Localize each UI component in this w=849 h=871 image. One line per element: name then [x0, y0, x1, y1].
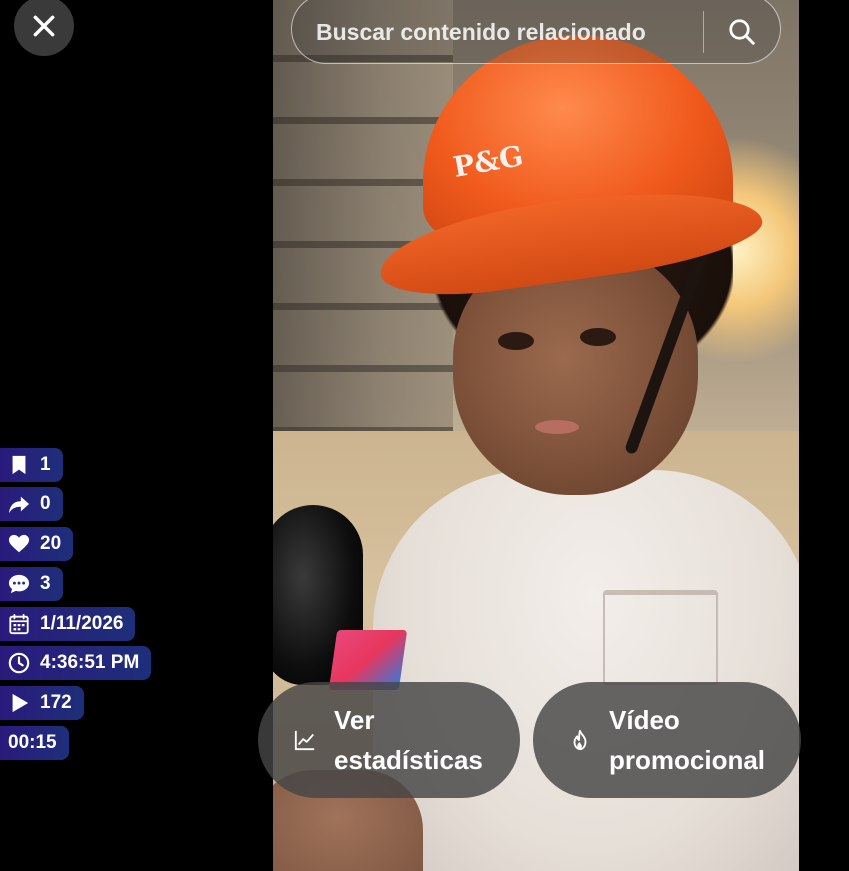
- views-count: 172: [40, 692, 72, 713]
- search-icon: [729, 19, 755, 45]
- play-icon: [12, 693, 29, 713]
- view-stats-button[interactable]: Ver estadísticas: [258, 682, 520, 798]
- close-icon: [33, 15, 55, 37]
- shares-count: 0: [40, 493, 51, 514]
- promo-video-button[interactable]: Vídeo promocional: [533, 682, 801, 798]
- shirt-pocket: [603, 590, 718, 685]
- stat-date: 1/11/2026: [0, 607, 136, 641]
- bookmark-icon: [12, 455, 26, 475]
- close-button[interactable]: [14, 0, 74, 56]
- share-icon: [8, 496, 30, 514]
- promo-video-label: Vídeo promocional: [609, 705, 766, 775]
- stat-duration: 00:15: [0, 726, 69, 760]
- line-chart-icon: [294, 730, 315, 751]
- video-duration: 00:15: [8, 732, 57, 753]
- child-shirt: [373, 470, 799, 871]
- search-input[interactable]: [292, 0, 703, 63]
- stat-saves: 1: [0, 448, 63, 482]
- child-eye-right: [580, 328, 616, 346]
- stat-time: 4:36:51 PM: [0, 646, 152, 680]
- stat-views: 172: [0, 686, 84, 720]
- view-stats-label: Ver estadísticas: [334, 705, 483, 775]
- post-time: 4:36:51 PM: [40, 652, 140, 673]
- search-button[interactable]: [704, 0, 780, 63]
- clock-icon: [8, 652, 30, 674]
- microphone-flag: [328, 630, 408, 690]
- comments-count: 3: [40, 573, 51, 594]
- stat-likes: 20: [0, 527, 74, 561]
- post-date: 1/11/2026: [40, 613, 124, 634]
- background-building: [273, 0, 453, 460]
- stat-shares: 0: [0, 487, 63, 521]
- likes-count: 20: [40, 533, 62, 554]
- child-mouth: [535, 420, 579, 434]
- flame-icon: [573, 729, 587, 751]
- stat-comments: 3: [0, 567, 63, 601]
- search-bar: [291, 0, 781, 64]
- heart-icon: [8, 534, 30, 553]
- saves-count: 1: [40, 454, 51, 475]
- calendar-icon: [9, 613, 29, 635]
- child-eye-left: [498, 332, 534, 350]
- comment-icon: [8, 574, 30, 594]
